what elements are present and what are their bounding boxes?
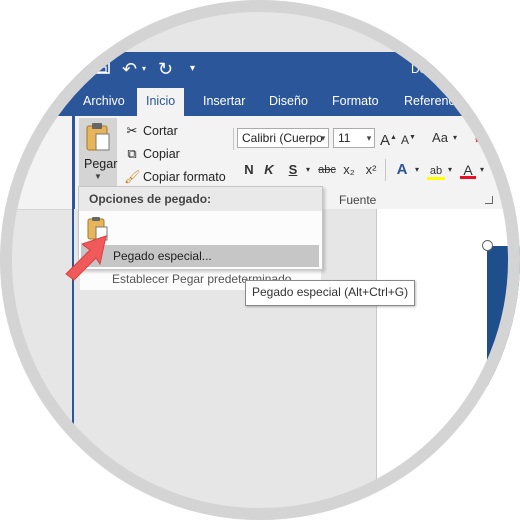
paste-options-header: Opciones de pegado:: [79, 187, 322, 211]
bold-button[interactable]: N: [242, 160, 256, 180]
copy-label: Copiar: [143, 147, 180, 161]
copy-button[interactable]: ⧉ Copiar: [124, 144, 180, 164]
cut-button[interactable]: ✂ Cortar: [124, 121, 178, 141]
undo-icon[interactable]: ↶: [122, 56, 137, 82]
change-case-label[interactable]: Aa: [431, 128, 449, 148]
screenshot-circle: ↶ ▾ ↻ ▾ Do Archivo Inicio Insertar Diseñ…: [0, 0, 520, 520]
font-size-dropdown-icon[interactable]: ▾: [363, 128, 375, 148]
font-group-label: Fuente: [339, 193, 377, 207]
cut-label: Cortar: [143, 124, 178, 138]
change-case-dropdown-icon[interactable]: ▾: [450, 128, 460, 148]
paste-dropdown-icon[interactable]: ▼: [94, 172, 102, 181]
highlight-icon[interactable]: ab: [427, 160, 445, 180]
scissors-icon: ✂: [126, 123, 138, 138]
subscript-button[interactable]: x₂: [341, 160, 357, 180]
document-title: Do: [411, 62, 427, 76]
tab-referencias[interactable]: Referencia: [395, 88, 473, 116]
format-painter-button[interactable]: 🖌 Copiar formato: [124, 167, 226, 187]
tab-diseno[interactable]: Diseño: [260, 88, 317, 116]
font-dialog-launcher-icon[interactable]: [485, 196, 493, 204]
pointer-arrow-icon: [60, 222, 120, 282]
paste-label: Pegar: [84, 157, 118, 171]
tab-formato[interactable]: Formato: [323, 88, 388, 116]
highlight-dropdown-icon[interactable]: ▾: [445, 160, 455, 180]
group-separator: [385, 159, 386, 181]
format-painter-label: Copiar formato: [143, 170, 226, 184]
grow-font-icon[interactable]: A▲: [380, 128, 397, 149]
font-color-icon[interactable]: A: [460, 160, 476, 180]
document-shape[interactable]: [487, 246, 520, 446]
underline-button[interactable]: S: [286, 160, 300, 180]
font-name-box[interactable]: Calibri (Cuerpo: [237, 128, 329, 148]
clipboard-icon: [85, 122, 111, 152]
title-bar: [0, 52, 520, 86]
font-color-dropdown-icon[interactable]: ▾: [477, 160, 487, 180]
tab-insertar[interactable]: Insertar: [194, 88, 254, 116]
text-effects-dropdown-icon[interactable]: ▾: [412, 160, 422, 180]
customize-qat-icon[interactable]: ▾: [190, 56, 195, 82]
tab-archivo[interactable]: Archivo: [74, 88, 134, 116]
text-effects-icon[interactable]: A: [393, 160, 411, 180]
shrink-font-icon[interactable]: A▼: [401, 128, 416, 148]
tab-inicio[interactable]: Inicio: [137, 88, 185, 116]
font-name-dropdown-icon[interactable]: ▾: [317, 128, 329, 148]
paste-special-tooltip: Pegado especial (Alt+Ctrl+G): [245, 280, 416, 306]
resize-handle[interactable]: [482, 240, 493, 251]
underline-dropdown-icon[interactable]: ▾: [303, 160, 313, 180]
copy-icon: ⧉: [127, 146, 137, 161]
save-icon[interactable]: [93, 56, 111, 82]
undo-dropdown-icon[interactable]: ▾: [142, 56, 146, 82]
redo-icon[interactable]: ↻: [158, 56, 173, 82]
superscript-button[interactable]: x²: [363, 160, 379, 180]
clear-formatting-icon[interactable]: ⌀: [472, 128, 486, 148]
group-separator: [233, 128, 234, 150]
italic-button[interactable]: K: [262, 160, 276, 180]
paintbrush-icon: 🖌: [124, 169, 141, 184]
strikethrough-button[interactable]: abc: [316, 160, 338, 180]
